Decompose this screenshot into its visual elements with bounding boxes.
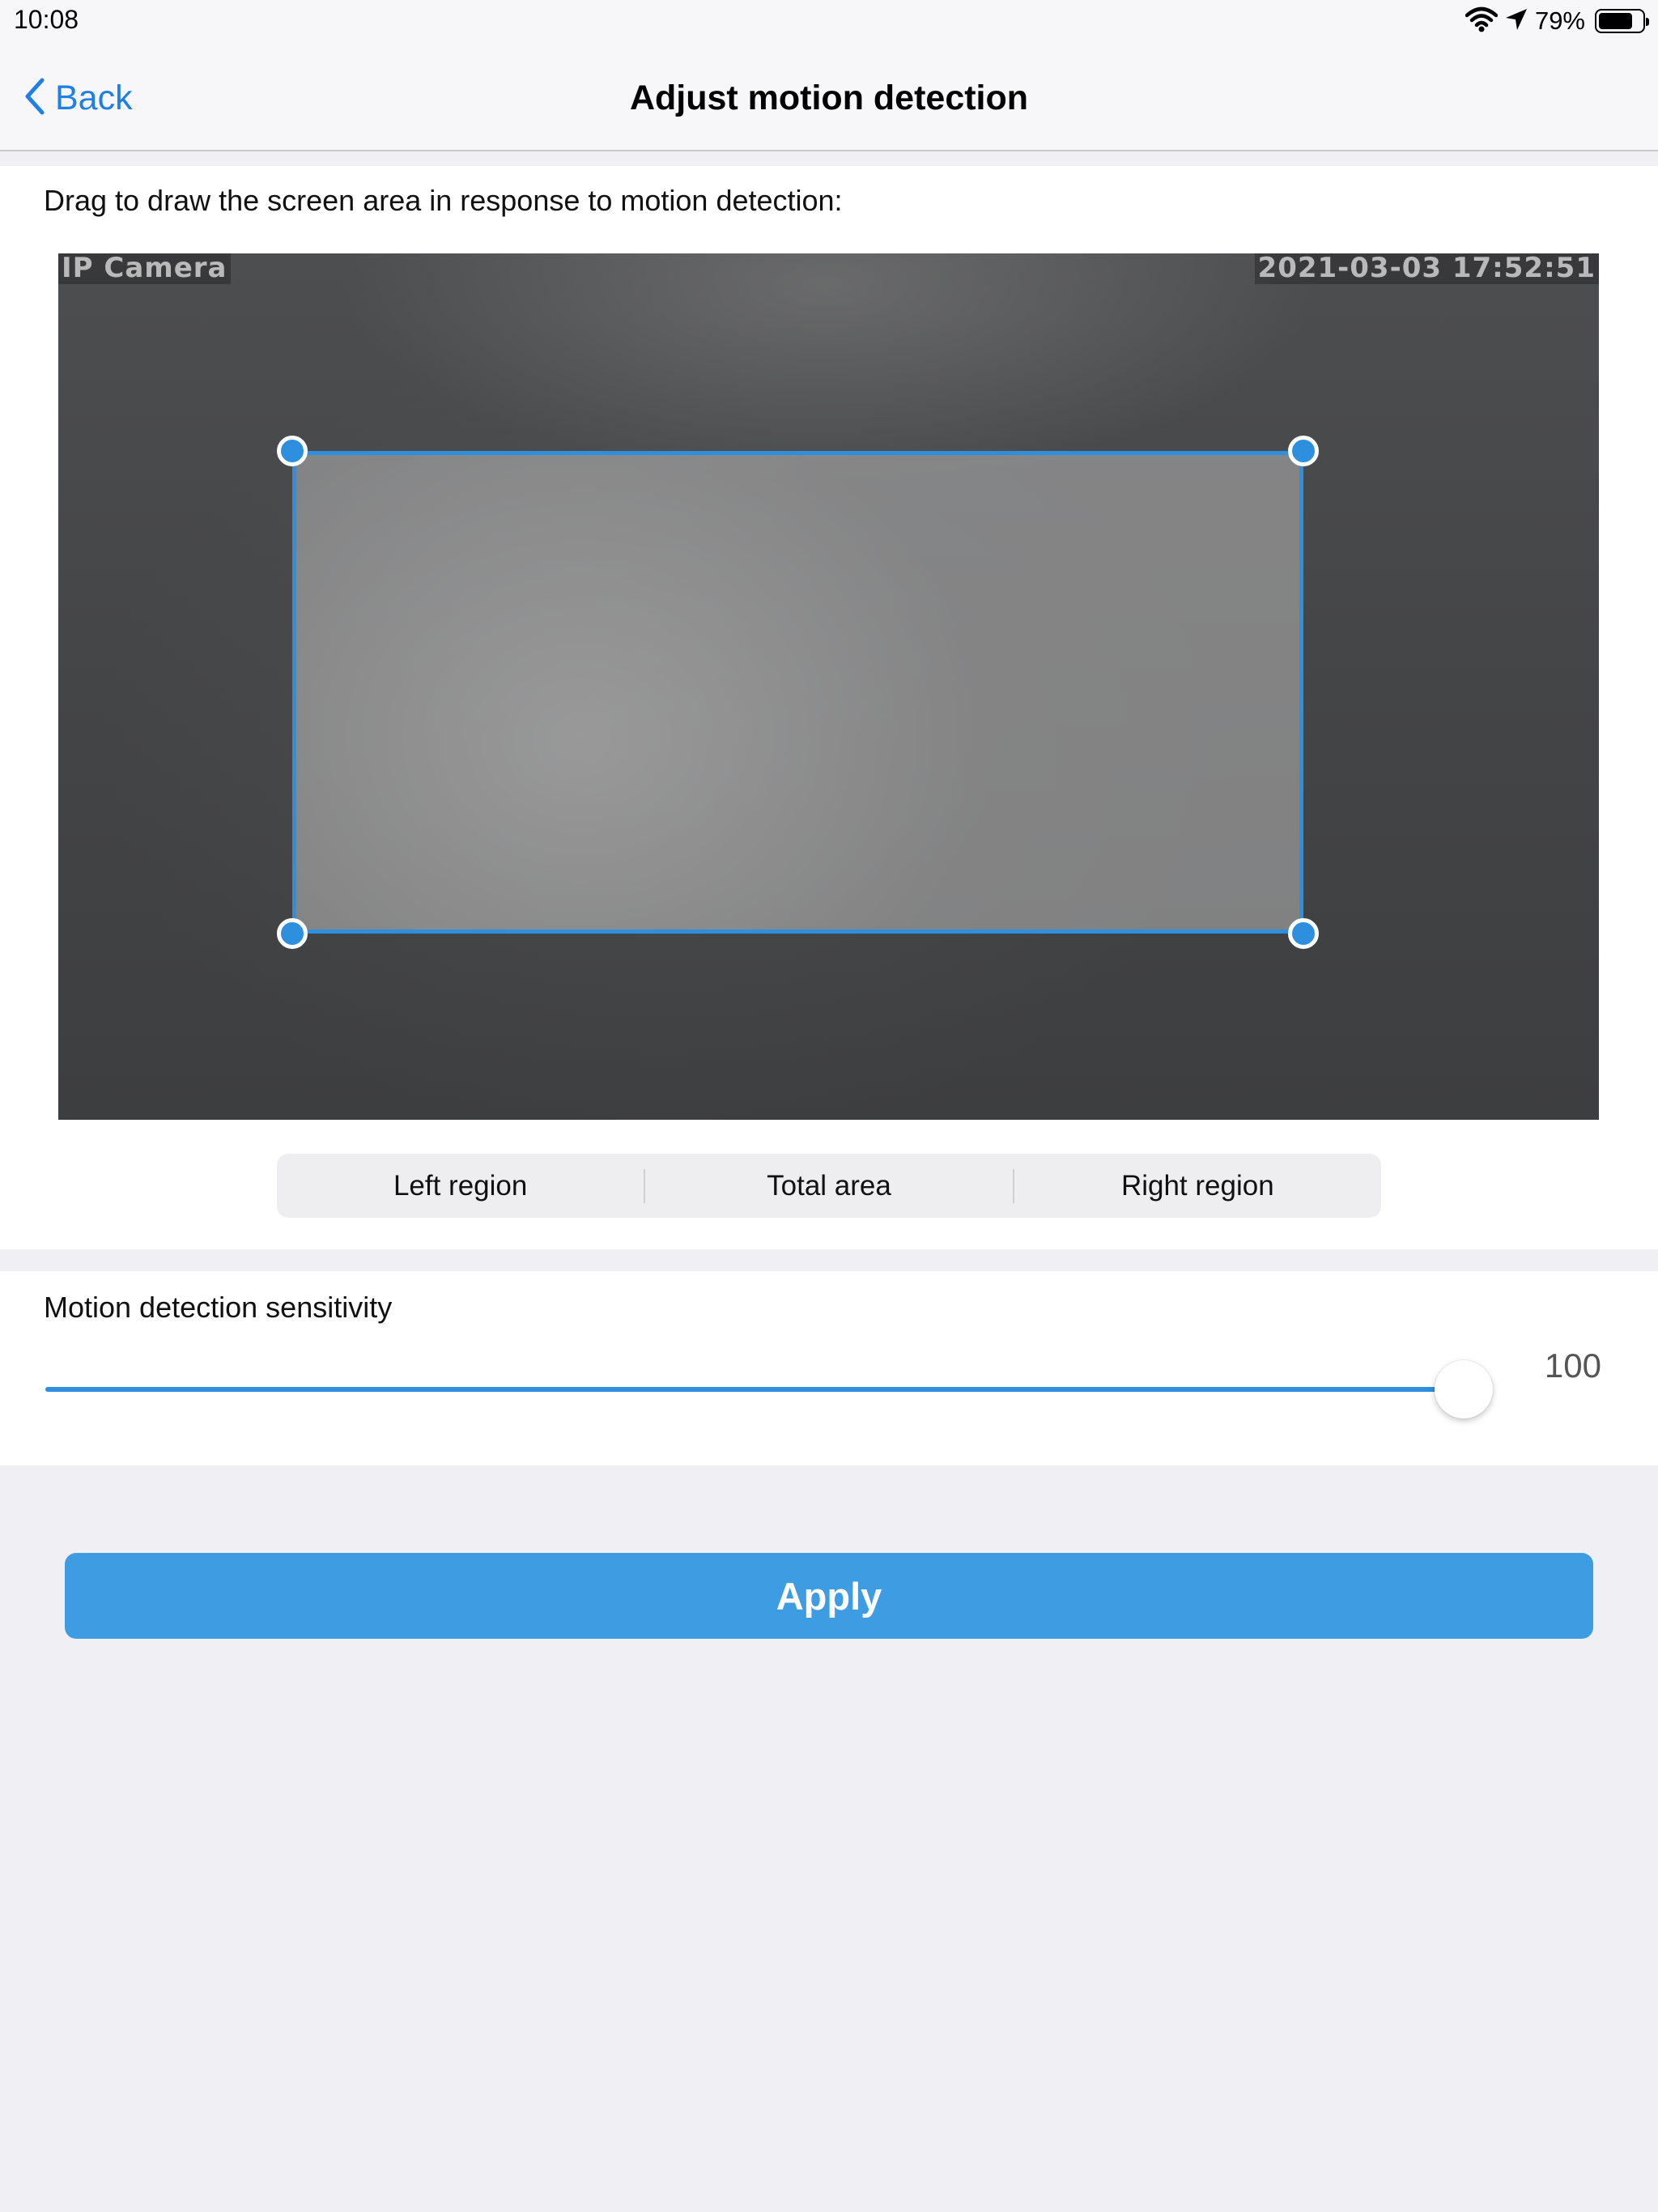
camera-timestamp-overlay: 2021-03-03 17:52:51 bbox=[1254, 253, 1599, 284]
apply-button[interactable]: Apply bbox=[65, 1553, 1593, 1639]
sensitivity-section: Motion detection sensitivity bbox=[0, 1271, 1658, 1465]
battery-cap bbox=[1646, 18, 1649, 26]
sensitivity-label: Motion detection sensitivity bbox=[44, 1291, 393, 1324]
region-segmented-control: Left region Total area Right region bbox=[277, 1154, 1381, 1218]
camera-name-overlay: IP Camera bbox=[58, 253, 231, 284]
instruction-text: Drag to draw the screen area in response… bbox=[44, 184, 843, 217]
page-title: Adjust motion detection bbox=[629, 79, 1029, 117]
resize-handle-bottom-right[interactable] bbox=[1288, 918, 1319, 949]
status-indicators: 79% bbox=[1465, 5, 1649, 37]
detection-area-selection[interactable] bbox=[277, 436, 1319, 949]
camera-preview[interactable]: IP Camera 2021-03-03 17:52:51 bbox=[58, 253, 1599, 1120]
segment-left-region[interactable]: Left region bbox=[277, 1154, 644, 1218]
resize-handle-top-left[interactable] bbox=[277, 436, 308, 466]
detection-region-section: Drag to draw the screen area in response… bbox=[0, 166, 1658, 1249]
status-time: 10:08 bbox=[14, 5, 79, 34]
battery-percent: 79% bbox=[1534, 6, 1585, 35]
battery-level bbox=[1599, 13, 1633, 29]
status-bar: 10:08 79% bbox=[0, 0, 1658, 42]
segment-total-area[interactable]: Total area bbox=[645, 1154, 1012, 1218]
slider-thumb[interactable] bbox=[1435, 1360, 1493, 1419]
location-arrow-icon bbox=[1504, 7, 1528, 36]
sensitivity-slider[interactable] bbox=[45, 1360, 1493, 1419]
navigation-bar: Back Adjust motion detection bbox=[0, 42, 1658, 151]
segment-right-region[interactable]: Right region bbox=[1014, 1154, 1381, 1218]
slider-fill bbox=[45, 1387, 1464, 1392]
resize-handle-top-right[interactable] bbox=[1288, 436, 1319, 466]
resize-handle-bottom-left[interactable] bbox=[277, 918, 308, 949]
battery-icon bbox=[1595, 9, 1649, 33]
sensitivity-value: 100 bbox=[1544, 1346, 1601, 1385]
wifi-icon bbox=[1465, 6, 1499, 36]
